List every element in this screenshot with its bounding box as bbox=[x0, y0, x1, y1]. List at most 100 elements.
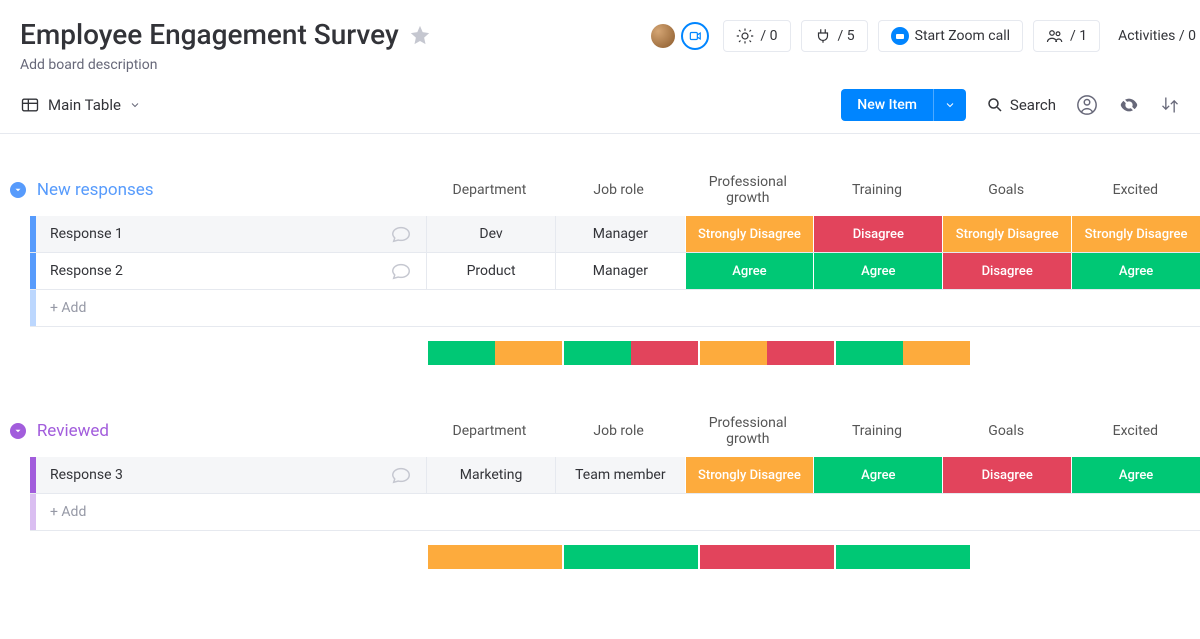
group-new-responses: New responses Department Job role Profes… bbox=[8, 164, 1200, 365]
cell-excited[interactable]: Agree bbox=[1071, 457, 1200, 493]
item-name[interactable]: Response 2 bbox=[36, 253, 376, 289]
new-item-button[interactable]: New Item bbox=[841, 89, 966, 121]
cell-professional-growth[interactable]: Strongly Disagree bbox=[685, 216, 814, 252]
board-title[interactable]: Employee Engagement Survey bbox=[20, 18, 399, 51]
table-row[interactable]: Response 2 Product Manager Agree Agree D… bbox=[30, 253, 1200, 290]
group-collapse-toggle[interactable] bbox=[8, 423, 29, 439]
column-header-training[interactable]: Training bbox=[812, 413, 941, 449]
zoom-icon bbox=[891, 27, 909, 45]
add-item-label[interactable]: + Add bbox=[36, 494, 448, 530]
cell-department[interactable]: Product bbox=[426, 253, 555, 289]
column-header-goals[interactable]: Goals bbox=[942, 413, 1071, 449]
table-row[interactable]: Response 1 Dev Manager Strongly Disagree… bbox=[30, 216, 1200, 253]
board-avatar[interactable] bbox=[647, 16, 713, 56]
people-icon bbox=[1046, 27, 1064, 45]
cell-department[interactable]: Dev bbox=[426, 216, 555, 252]
summary-professional-growth bbox=[426, 545, 562, 569]
column-header-excited[interactable]: Excited bbox=[1071, 172, 1200, 208]
cell-professional-growth[interactable]: Strongly Disagree bbox=[685, 457, 814, 493]
group-color-bar bbox=[30, 290, 36, 326]
cell-department[interactable]: Marketing bbox=[426, 457, 555, 493]
new-item-label: New Item bbox=[841, 89, 933, 121]
top-controls: / 0 / 5 Start Zoom call / 1 Activities /… bbox=[647, 16, 1200, 56]
last-seen-icon bbox=[681, 22, 709, 50]
table-icon bbox=[20, 95, 40, 115]
avatar-icon bbox=[651, 24, 675, 48]
cell-goals[interactable]: Disagree bbox=[942, 457, 1071, 493]
column-header-training[interactable]: Training bbox=[812, 172, 941, 208]
cell-goals[interactable]: Strongly Disagree bbox=[942, 216, 1071, 252]
sort-button[interactable] bbox=[1160, 95, 1180, 115]
cell-goals[interactable]: Disagree bbox=[942, 253, 1071, 289]
column-header-professional-growth[interactable]: Professional growth bbox=[683, 405, 812, 457]
add-item-label[interactable]: + Add bbox=[36, 290, 448, 326]
integrations-button[interactable]: / 5 bbox=[801, 20, 868, 52]
group-color-bar bbox=[30, 494, 36, 530]
activities-button[interactable]: Activities / 0 bbox=[1114, 22, 1200, 50]
summary-excited bbox=[834, 341, 970, 365]
search-icon bbox=[986, 96, 1004, 114]
chevron-down-icon bbox=[13, 426, 23, 436]
group-summary-row bbox=[8, 545, 1200, 569]
automations-count: / 0 bbox=[760, 28, 777, 44]
robot-icon bbox=[736, 27, 754, 45]
view-bar: Main Table New Item Search bbox=[0, 81, 1200, 134]
summary-goals bbox=[698, 341, 834, 365]
cell-job-role[interactable]: Team member bbox=[555, 457, 684, 493]
column-header-department[interactable]: Department bbox=[425, 172, 554, 208]
conversation-icon[interactable] bbox=[376, 223, 426, 245]
integrations-count: / 5 bbox=[838, 28, 855, 44]
cell-professional-growth[interactable]: Agree bbox=[685, 253, 814, 289]
plug-icon bbox=[814, 27, 832, 45]
cell-job-role[interactable]: Manager bbox=[555, 253, 684, 289]
group-title[interactable]: New responses bbox=[29, 170, 425, 210]
person-filter-button[interactable] bbox=[1076, 94, 1098, 116]
sort-icon bbox=[1160, 95, 1180, 115]
summary-professional-growth bbox=[426, 341, 562, 365]
group-reviewed: Reviewed Department Job role Professiona… bbox=[8, 405, 1200, 569]
board-content: New responses Department Job role Profes… bbox=[0, 134, 1200, 639]
chevron-down-icon bbox=[129, 99, 141, 111]
cell-job-role[interactable]: Manager bbox=[555, 216, 684, 252]
search-button[interactable]: Search bbox=[986, 96, 1056, 114]
conversation-icon[interactable] bbox=[376, 464, 426, 486]
add-item-row[interactable]: + Add bbox=[30, 290, 1200, 327]
column-header-professional-growth[interactable]: Professional growth bbox=[683, 164, 812, 216]
hide-columns-button[interactable] bbox=[1118, 94, 1140, 116]
item-name[interactable]: Response 3 bbox=[36, 457, 376, 493]
summary-goals bbox=[698, 545, 834, 569]
summary-training bbox=[562, 341, 698, 365]
board-description[interactable]: Add board description bbox=[20, 57, 1180, 73]
members-count: / 1 bbox=[1070, 28, 1087, 44]
group-summary-row bbox=[8, 341, 1200, 365]
summary-excited bbox=[834, 545, 970, 569]
cell-excited[interactable]: Strongly Disagree bbox=[1071, 216, 1200, 252]
column-header-excited[interactable]: Excited bbox=[1071, 413, 1200, 449]
column-header-job-role[interactable]: Job role bbox=[554, 172, 683, 208]
add-item-row[interactable]: + Add bbox=[30, 494, 1200, 531]
search-label: Search bbox=[1010, 96, 1056, 114]
members-button[interactable]: / 1 bbox=[1033, 20, 1100, 52]
automations-button[interactable]: / 0 bbox=[723, 20, 790, 52]
cell-excited[interactable]: Agree bbox=[1071, 253, 1200, 289]
chevron-down-icon bbox=[944, 99, 956, 111]
group-collapse-toggle[interactable] bbox=[8, 182, 29, 198]
chevron-down-icon bbox=[13, 185, 23, 195]
summary-training bbox=[562, 545, 698, 569]
column-header-goals[interactable]: Goals bbox=[942, 172, 1071, 208]
zoom-label: Start Zoom call bbox=[915, 28, 1010, 44]
zoom-call-button[interactable]: Start Zoom call bbox=[878, 20, 1023, 52]
cell-training[interactable]: Agree bbox=[813, 253, 942, 289]
column-header-department[interactable]: Department bbox=[425, 413, 554, 449]
view-switcher[interactable]: Main Table bbox=[20, 95, 141, 115]
group-title[interactable]: Reviewed bbox=[29, 411, 425, 451]
item-name[interactable]: Response 1 bbox=[36, 216, 376, 252]
table-row[interactable]: Response 3 Marketing Team member Strongl… bbox=[30, 457, 1200, 494]
person-icon bbox=[1076, 94, 1098, 116]
conversation-icon[interactable] bbox=[376, 260, 426, 282]
new-item-dropdown[interactable] bbox=[933, 89, 966, 121]
column-header-job-role[interactable]: Job role bbox=[554, 413, 683, 449]
cell-training[interactable]: Agree bbox=[813, 457, 942, 493]
favorite-star-icon[interactable] bbox=[409, 24, 431, 46]
cell-training[interactable]: Disagree bbox=[813, 216, 942, 252]
